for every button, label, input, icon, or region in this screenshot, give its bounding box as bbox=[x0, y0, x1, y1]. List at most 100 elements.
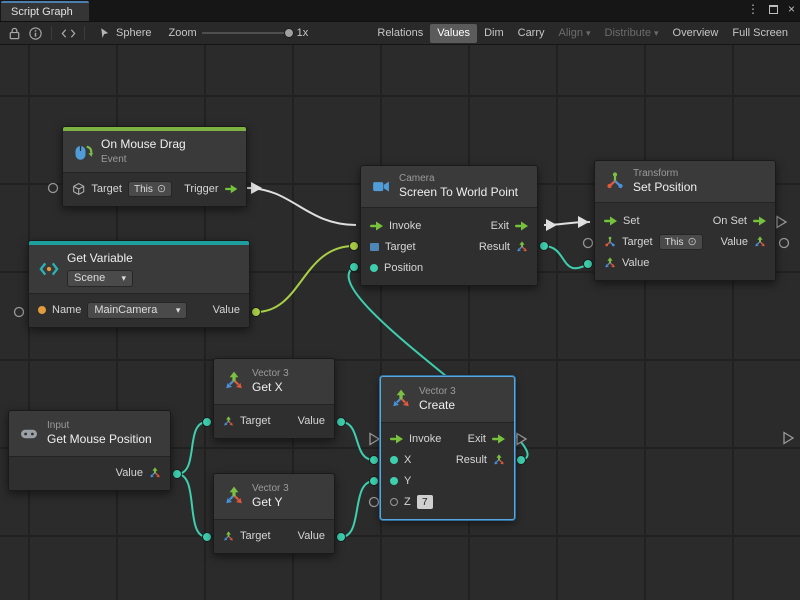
carry-button[interactable]: Carry bbox=[511, 24, 552, 43]
close-icon[interactable]: × bbox=[788, 2, 795, 16]
this-label: This bbox=[134, 184, 153, 195]
float-port-dot bbox=[390, 477, 398, 485]
node-title: Get Mouse Position bbox=[47, 432, 152, 448]
node-category: Input bbox=[47, 419, 152, 432]
port-row: Z 7 bbox=[381, 492, 514, 513]
transform-type-icon bbox=[604, 236, 616, 248]
port-row: Target Value bbox=[214, 526, 334, 547]
gamepad-icon bbox=[19, 425, 39, 442]
zoom-slider-handle[interactable] bbox=[284, 28, 294, 38]
port-label-position: Position bbox=[384, 262, 423, 274]
node-title: Screen To World Point bbox=[399, 185, 518, 201]
node-title: Get Y bbox=[252, 495, 289, 511]
graph-owner-icon bbox=[98, 27, 111, 40]
menu-icon[interactable]: ⋮ bbox=[747, 2, 759, 16]
values-button[interactable]: Values bbox=[430, 24, 477, 43]
node-title: Set Position bbox=[633, 180, 697, 196]
node-ports: Set On Set Target This ⊙ Value bbox=[595, 202, 775, 280]
string-port-icon bbox=[38, 306, 46, 314]
port-label-y: Y bbox=[404, 475, 411, 487]
node-header: Input Get Mouse Position bbox=[9, 411, 170, 456]
this-object-field[interactable]: This ⊙ bbox=[659, 234, 703, 250]
window-controls: ⋮ × bbox=[747, 2, 795, 16]
node-get-mouse-position[interactable]: Input Get Mouse Position Value bbox=[8, 410, 171, 491]
target-scope-icon: ⊙ bbox=[157, 184, 166, 195]
transform-icon bbox=[605, 171, 625, 191]
vector3-icon bbox=[391, 389, 411, 409]
chevron-down-icon: ▾ bbox=[586, 29, 591, 38]
port-row: Invoke Exit bbox=[381, 429, 514, 450]
tab-script-graph[interactable]: Script Graph bbox=[1, 1, 89, 21]
vector3-type-icon bbox=[754, 236, 766, 248]
float-port-dot bbox=[390, 456, 398, 464]
node-title: Create bbox=[419, 398, 456, 414]
flow-out-icon[interactable] bbox=[753, 216, 766, 226]
node-get-variable[interactable]: Get Variable Scene ▾ Name MainCamera ▾ V… bbox=[28, 240, 250, 328]
tab-title: Script Graph bbox=[11, 6, 73, 18]
port-row: Invoke Exit bbox=[361, 216, 537, 237]
node-screen-to-world-point[interactable]: Camera Screen To World Point Invoke Exit… bbox=[360, 165, 538, 286]
node-vector3-get-x[interactable]: Vector 3 Get X Target Value bbox=[213, 358, 335, 439]
vector-port-dot bbox=[370, 264, 378, 272]
node-category: Vector 3 bbox=[252, 482, 289, 495]
port-row: Name MainCamera ▾ Value bbox=[29, 300, 249, 321]
flow-in-icon[interactable] bbox=[370, 221, 383, 231]
port-label-on-set: On Set bbox=[713, 215, 747, 227]
flow-out-icon[interactable] bbox=[225, 184, 237, 194]
port-label-target: Target bbox=[240, 530, 271, 542]
port-row: Set On Set bbox=[595, 211, 775, 232]
graph-context[interactable]: Sphere bbox=[92, 27, 157, 40]
node-category: Transform bbox=[633, 167, 697, 180]
port-row: Target Result bbox=[361, 237, 537, 258]
node-subtitle: Event bbox=[101, 153, 186, 166]
port-label-trigger: Trigger bbox=[184, 183, 218, 195]
node-title: On Mouse Drag bbox=[101, 137, 186, 153]
lock-icon[interactable] bbox=[5, 24, 23, 42]
variable-name-dropdown[interactable]: MainCamera ▾ bbox=[87, 302, 187, 319]
toolbar-separator bbox=[84, 26, 85, 40]
flow-in-icon[interactable] bbox=[390, 434, 403, 444]
dim-button[interactable]: Dim bbox=[477, 24, 511, 43]
code-icon[interactable] bbox=[59, 24, 77, 42]
node-ports: Name MainCamera ▾ Value bbox=[29, 293, 249, 327]
chevron-down-icon: ▾ bbox=[176, 306, 181, 315]
variable-scope-dropdown[interactable]: Scene ▾ bbox=[67, 270, 133, 287]
node-vector3-create[interactable]: Vector 3 Create Invoke Exit X Result bbox=[380, 376, 515, 520]
node-title: Get X bbox=[252, 380, 289, 396]
overview-button[interactable]: Overview bbox=[666, 24, 726, 43]
this-object-field[interactable]: This ⊙ bbox=[128, 181, 172, 197]
port-row: Target This ⊙ Value bbox=[595, 232, 775, 253]
script-graph-window: Script Graph ⋮ × Sphere Zoom 1x Relation… bbox=[0, 0, 800, 600]
align-button[interactable]: Align ▾ bbox=[552, 24, 598, 43]
port-label-target: Target bbox=[91, 183, 122, 195]
port-label-value: Value bbox=[298, 415, 325, 427]
node-header: On Mouse Drag Event bbox=[63, 131, 246, 172]
info-icon[interactable] bbox=[26, 24, 44, 42]
node-header: Vector 3 Create bbox=[381, 377, 514, 422]
graph-toolbar: Sphere Zoom 1x Relations Values Dim Carr… bbox=[0, 21, 800, 45]
flow-in-icon[interactable] bbox=[604, 216, 617, 226]
distribute-button[interactable]: Distribute ▾ bbox=[598, 24, 666, 43]
node-header: Vector 3 Get X bbox=[214, 359, 334, 404]
node-vector3-get-y[interactable]: Vector 3 Get Y Target Value bbox=[213, 473, 335, 554]
fullscreen-button[interactable]: Full Screen bbox=[725, 24, 795, 43]
node-category: Vector 3 bbox=[419, 385, 456, 398]
distribute-label: Distribute bbox=[605, 27, 651, 39]
z-value-field[interactable]: 7 bbox=[417, 495, 433, 509]
flow-out-icon[interactable] bbox=[515, 221, 528, 231]
port-label-exit: Exit bbox=[468, 433, 486, 445]
port-label-value-out: Value bbox=[721, 236, 748, 248]
port-row: Value bbox=[9, 463, 170, 484]
port-label-target: Target bbox=[385, 241, 416, 253]
maximize-icon[interactable] bbox=[769, 5, 778, 14]
chevron-down-icon: ▾ bbox=[121, 274, 126, 283]
gameobject-cube-icon bbox=[72, 182, 85, 196]
zoom-slider[interactable] bbox=[202, 32, 292, 34]
flow-out-icon[interactable] bbox=[492, 434, 505, 444]
port-label-set: Set bbox=[623, 215, 640, 227]
node-set-position[interactable]: Transform Set Position Set On Set Target bbox=[594, 160, 776, 281]
chevron-down-icon: ▾ bbox=[654, 29, 659, 38]
node-on-mouse-drag[interactable]: On Mouse Drag Event Target This ⊙ Trigge… bbox=[62, 126, 247, 207]
relations-button[interactable]: Relations bbox=[370, 24, 430, 43]
vector3-type-icon bbox=[493, 454, 505, 466]
